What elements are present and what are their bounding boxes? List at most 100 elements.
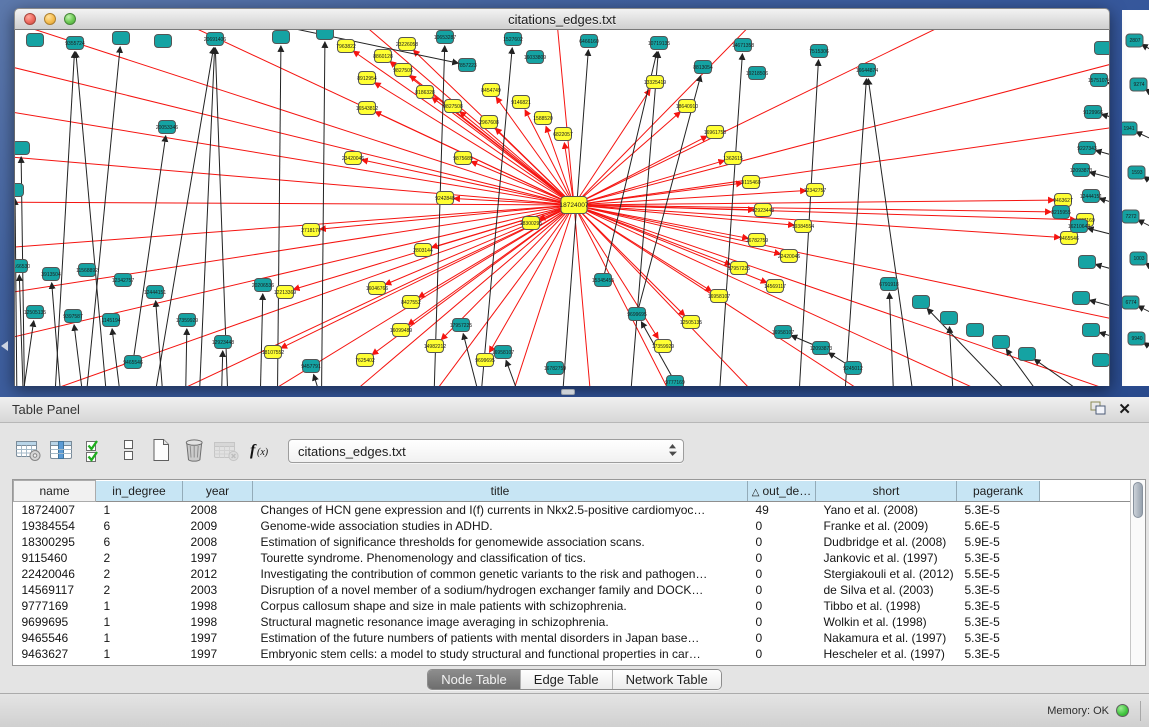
table-row[interactable]: 1872400712008Changes of HCN gene express…	[14, 502, 1131, 518]
table-cell[interactable]: Changes of HCN gene expression and I(f) …	[253, 502, 748, 518]
graph-node[interactable]: 25166530	[15, 260, 30, 273]
table-cell[interactable]: 9777169	[14, 598, 96, 614]
graph-node[interactable]	[27, 34, 44, 47]
graph-node[interactable]	[113, 32, 130, 45]
graph-node[interactable]: 9463627	[1053, 194, 1073, 207]
graph-hub-node[interactable]: 18724007	[560, 197, 589, 214]
graph-node[interactable]	[941, 312, 958, 325]
table-row[interactable]: 1938455462009Genome-wide association stu…	[14, 518, 1131, 534]
table-cell[interactable]: 5.6E-5	[957, 518, 1040, 534]
graph-node[interactable]: 17359929	[652, 340, 674, 353]
graph-node[interactable]: 9465546	[1059, 232, 1079, 245]
table-cell[interactable]: 22420046	[14, 566, 96, 582]
collapse-panel-arrow-icon[interactable]	[1, 341, 8, 351]
column-header-in_degree[interactable]: in_degree	[96, 481, 183, 502]
create-column-button[interactable]	[144, 433, 177, 469]
graph-node[interactable]: 16099489	[390, 324, 412, 337]
graph-node[interactable]: 8215955	[1051, 206, 1071, 219]
network-view[interactable]: 1872400779638228860128891295423226058982…	[14, 30, 1110, 386]
table-cell[interactable]: 0	[748, 646, 816, 662]
table-cell[interactable]: 2	[96, 582, 183, 598]
graph-node[interactable]: 23420046	[342, 152, 364, 165]
table-row[interactable]: 911546021997Tourette syndrome. Phenomeno…	[14, 550, 1131, 566]
graph-node[interactable]: 20053346	[156, 121, 178, 134]
table-cell[interactable]: Nakamura et al. (1997)	[816, 630, 957, 646]
table-cell[interactable]: 1997	[183, 550, 253, 566]
graph-node[interactable]: 9777169	[665, 376, 685, 387]
graph-node[interactable]: 18107552	[262, 346, 284, 359]
graph-node[interactable]: 1588520	[533, 112, 553, 125]
graph-node[interactable]: 18300295	[520, 217, 542, 230]
table-cell[interactable]: 2008	[183, 534, 253, 550]
graph-node[interactable]: 9274	[1130, 78, 1147, 91]
table-cell[interactable]: 2009	[183, 518, 253, 534]
table-row[interactable]: 977716911998Corpus callosum shape and si…	[14, 598, 1131, 614]
table-cell[interactable]: Embryonic stem cells: a model to study s…	[253, 646, 748, 662]
graph-node[interactable]	[15, 184, 24, 197]
graph-node[interactable]: 12444151	[1080, 190, 1102, 203]
table-cell[interactable]: 1	[96, 614, 183, 630]
graph-node[interactable]	[1083, 324, 1100, 337]
table-cell[interactable]: 1998	[183, 598, 253, 614]
table-cell[interactable]: 1	[96, 598, 183, 614]
close-panel-button[interactable]: ✕	[1112, 399, 1137, 421]
graph-node[interactable]: 16782759	[746, 234, 768, 247]
graph-node[interactable]: 6791918	[879, 278, 899, 291]
graph-node[interactable]: 9242848	[435, 192, 455, 205]
graph-node[interactable]: 20206536	[252, 279, 274, 292]
graph-node[interactable]: 12923448	[752, 204, 774, 217]
graph-node[interactable]: 14982212	[424, 340, 446, 353]
graph-node[interactable]: 8427552	[401, 296, 421, 309]
graph-node[interactable]	[317, 30, 334, 40]
graph-node[interactable]: 7857223	[457, 59, 477, 72]
table-cell[interactable]: 2	[96, 566, 183, 582]
graph-node[interactable]: 1362615	[723, 152, 743, 165]
graph-node[interactable]: 12093873	[810, 342, 832, 355]
table-cell[interactable]: 9465546	[14, 630, 96, 646]
graph-node[interactable]: 17359929	[176, 314, 198, 327]
splitter-handle[interactable]	[561, 389, 575, 395]
table-cell[interactable]: Yano et al. (2008)	[816, 502, 957, 518]
graph-node[interactable]: 2967608	[479, 116, 499, 129]
graph-node[interactable]: 1593	[1128, 166, 1145, 179]
graph-node[interactable]: 16644874	[856, 64, 878, 77]
graph-node[interactable]: 16033809	[524, 51, 546, 64]
graph-node[interactable]: 7625402	[355, 354, 375, 367]
table-cell[interactable]: Dudbridge et al. (2008)	[816, 534, 957, 550]
table-cell[interactable]: 0	[748, 598, 816, 614]
graph-node[interactable]: 2807	[1126, 34, 1143, 47]
graph-node[interactable]: 12444151	[144, 286, 166, 299]
graph-node[interactable]	[993, 336, 1010, 349]
graph-node[interactable]: 12342757	[804, 184, 826, 197]
graph-node[interactable]: 1941	[1122, 122, 1137, 135]
table-cell[interactable]: Wolkin et al. (1998)	[816, 614, 957, 630]
table-cell[interactable]: Investigating the contribution of common…	[253, 566, 748, 582]
table-cell[interactable]: 9699695	[14, 614, 96, 630]
graph-node[interactable]: 14671358	[732, 39, 754, 52]
graph-node[interactable]: 15345455	[592, 274, 614, 287]
table-cell[interactable]: Corpus callosum shape and size in male p…	[253, 598, 748, 614]
graph-node[interactable]: 9827508	[443, 100, 463, 113]
column-header-title[interactable]: title	[253, 481, 748, 502]
graph-node[interactable]: 12505135	[680, 316, 702, 329]
table-mode-button[interactable]	[12, 433, 45, 469]
table-cell[interactable]: 18724007	[14, 502, 96, 518]
graph-node[interactable]: 12505135	[24, 306, 46, 319]
graph-node[interactable]: 11568892	[76, 264, 98, 277]
graph-node[interactable]: 1003	[1130, 252, 1147, 265]
graph-node[interactable]: 13325419	[644, 76, 666, 89]
table-cell[interactable]: 2	[96, 550, 183, 566]
graph-node[interactable]: 16210643	[1068, 220, 1090, 233]
table-cell[interactable]: 5.3E-5	[957, 502, 1040, 518]
table-cell[interactable]: Estimation of significance thresholds fo…	[253, 534, 748, 550]
graph-node[interactable]: 9129966	[1083, 106, 1103, 119]
graph-node[interactable]: 8813054	[693, 61, 713, 74]
network-window-titlebar[interactable]: citations_edges.txt	[14, 8, 1110, 30]
graph-node[interactable]: 9245012	[843, 362, 863, 375]
table-cell[interactable]: 1	[96, 646, 183, 662]
graph-node[interactable]: 14569117	[764, 280, 786, 293]
graph-node[interactable]: 9355724	[65, 37, 85, 50]
graph-node[interactable]: 9875685	[453, 152, 473, 165]
table-cell[interactable]: 0	[748, 582, 816, 598]
graph-node[interactable]: 18640910	[676, 100, 698, 113]
